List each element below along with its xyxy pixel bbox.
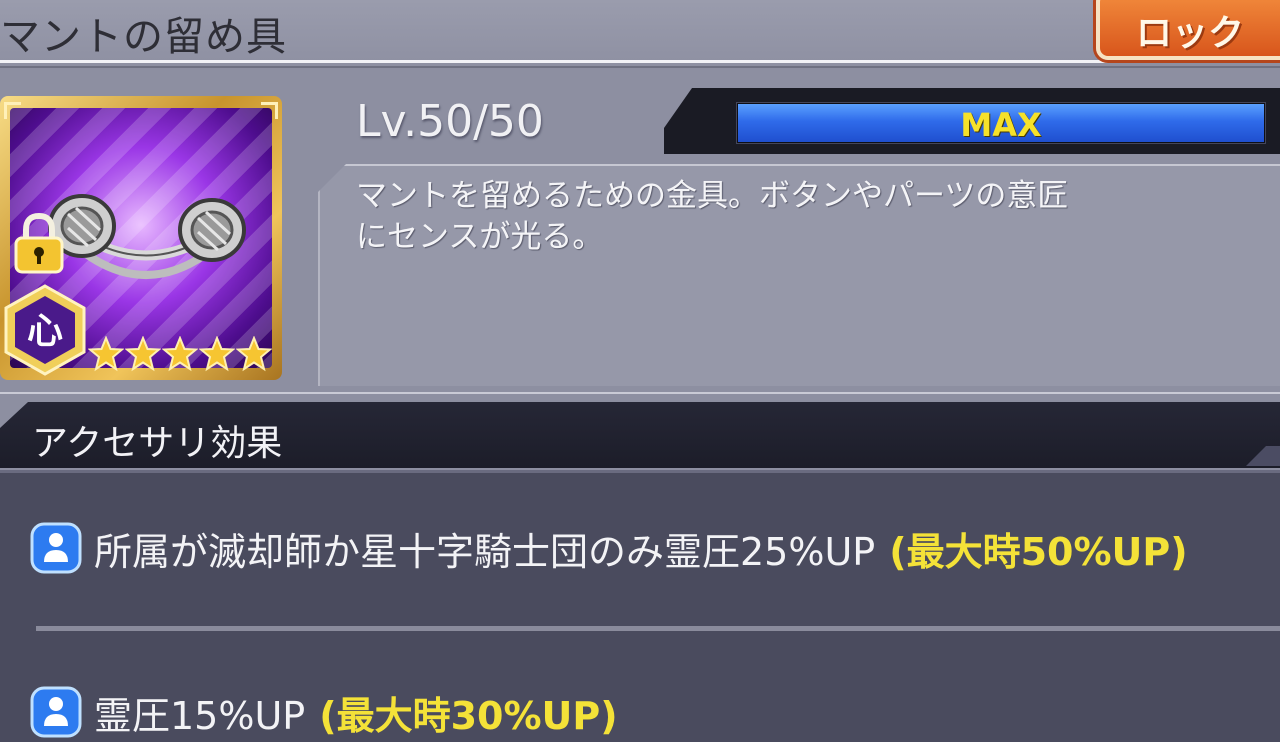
person-icon [30, 522, 82, 574]
exp-bar: MAX [736, 102, 1266, 144]
effect-text: 所属が滅却師か星十字騎士団のみ霊圧25%UP [94, 529, 876, 574]
section-divider [0, 392, 1280, 394]
element-badge: 心 [4, 284, 86, 376]
star-icon [162, 336, 198, 372]
card-corner-ornament [4, 102, 21, 119]
star-icon [236, 336, 272, 372]
effect-max-text: (最大時30%UP) [319, 693, 618, 738]
effect-divider [36, 626, 1280, 631]
padlock-icon [14, 212, 64, 274]
element-badge-label: 心 [27, 311, 63, 352]
item-description: マントを留めるための金具。ボタンやパーツの意匠 にセンスが光る。 [356, 178, 1069, 255]
effect-text: 霊圧15%UP [94, 693, 306, 738]
lock-button[interactable]: ロック [1096, 0, 1280, 60]
title-divider [0, 60, 1280, 63]
effect-row: 霊圧15%UP (最大時30%UP) [30, 686, 618, 738]
person-icon [30, 686, 82, 738]
star-icon [125, 336, 161, 372]
max-label: MAX [960, 106, 1042, 144]
effects-title: アクセサリ効果 [32, 423, 283, 464]
star-rating [88, 336, 272, 372]
level-label: Lv.50/50 [356, 96, 544, 147]
lock-button-label: ロック [1136, 13, 1245, 54]
title-divider-shadow [0, 66, 1280, 68]
effect-row: 所属が滅却師か星十字騎士団のみ霊圧25%UP (最大時50%UP) [30, 522, 1188, 574]
star-icon [88, 336, 124, 372]
page-title: マントの留め具 [0, 14, 287, 60]
effect-max-text: (最大時50%UP) [889, 529, 1188, 574]
star-icon [199, 336, 235, 372]
card-corner-ornament [261, 102, 278, 119]
title-bar: マントの留め具 [0, 0, 1280, 66]
